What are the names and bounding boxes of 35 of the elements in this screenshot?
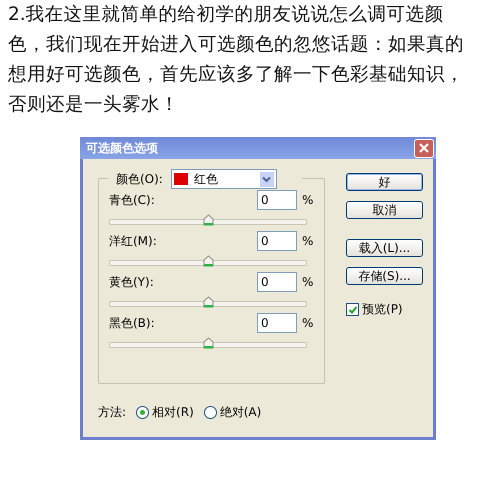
preview-checkbox[interactable]: 预览(P) (346, 301, 423, 318)
radio-option[interactable]: 绝对(A) (204, 404, 262, 421)
slider[interactable] (109, 295, 307, 309)
slider[interactable] (109, 254, 307, 268)
method-label: 方法: (98, 404, 126, 421)
paragraph: 2.我在这里就简单的给初学的朋友说说怎么调可选颜色，我们现在开始进入可选颜色的忽悠话题：如果真的想用好可选颜色，首先应该多了解一下色彩基础知识，否则还是一头雾水！ (7, 3, 465, 117)
dialog-button[interactable]: 载入(L)... (346, 239, 423, 257)
slider-thumb[interactable] (203, 337, 214, 349)
percent-field[interactable]: 0 (257, 313, 297, 333)
percent-field[interactable]: 0 (257, 190, 297, 210)
close-icon (418, 142, 430, 154)
check-icon (348, 304, 358, 314)
slider-thumb[interactable] (203, 214, 214, 226)
close-button[interactable] (414, 138, 434, 158)
color-label: 颜色(O): (116, 170, 163, 188)
slider-label: 黑色(B): (109, 314, 156, 332)
slider-thumb[interactable] (203, 255, 214, 267)
color-dropdown[interactable]: 红色 (170, 169, 277, 189)
percent-sign: % (302, 234, 314, 248)
dialog-button[interactable]: 存储(S)... (346, 267, 423, 285)
dialog-button[interactable]: 好 (346, 173, 423, 191)
slider[interactable] (109, 213, 307, 227)
radio-option[interactable]: 相对(R) (136, 404, 194, 421)
percent-sign: % (302, 316, 314, 330)
percent-field[interactable]: 0 (257, 272, 297, 292)
slider-label: 青色(C): (109, 192, 156, 208)
slider-thumb[interactable] (203, 296, 214, 308)
percent-sign: % (302, 275, 314, 289)
window-title: 可选颜色选项 (86, 140, 158, 156)
percent-sign: % (302, 193, 314, 207)
percent-field[interactable]: 0 (257, 231, 297, 251)
slider-label: 洋红(M): (109, 232, 158, 250)
slider[interactable] (109, 336, 307, 350)
dialog-button[interactable]: 取消 (346, 201, 423, 219)
slider-label: 黄色(Y): (109, 274, 155, 290)
